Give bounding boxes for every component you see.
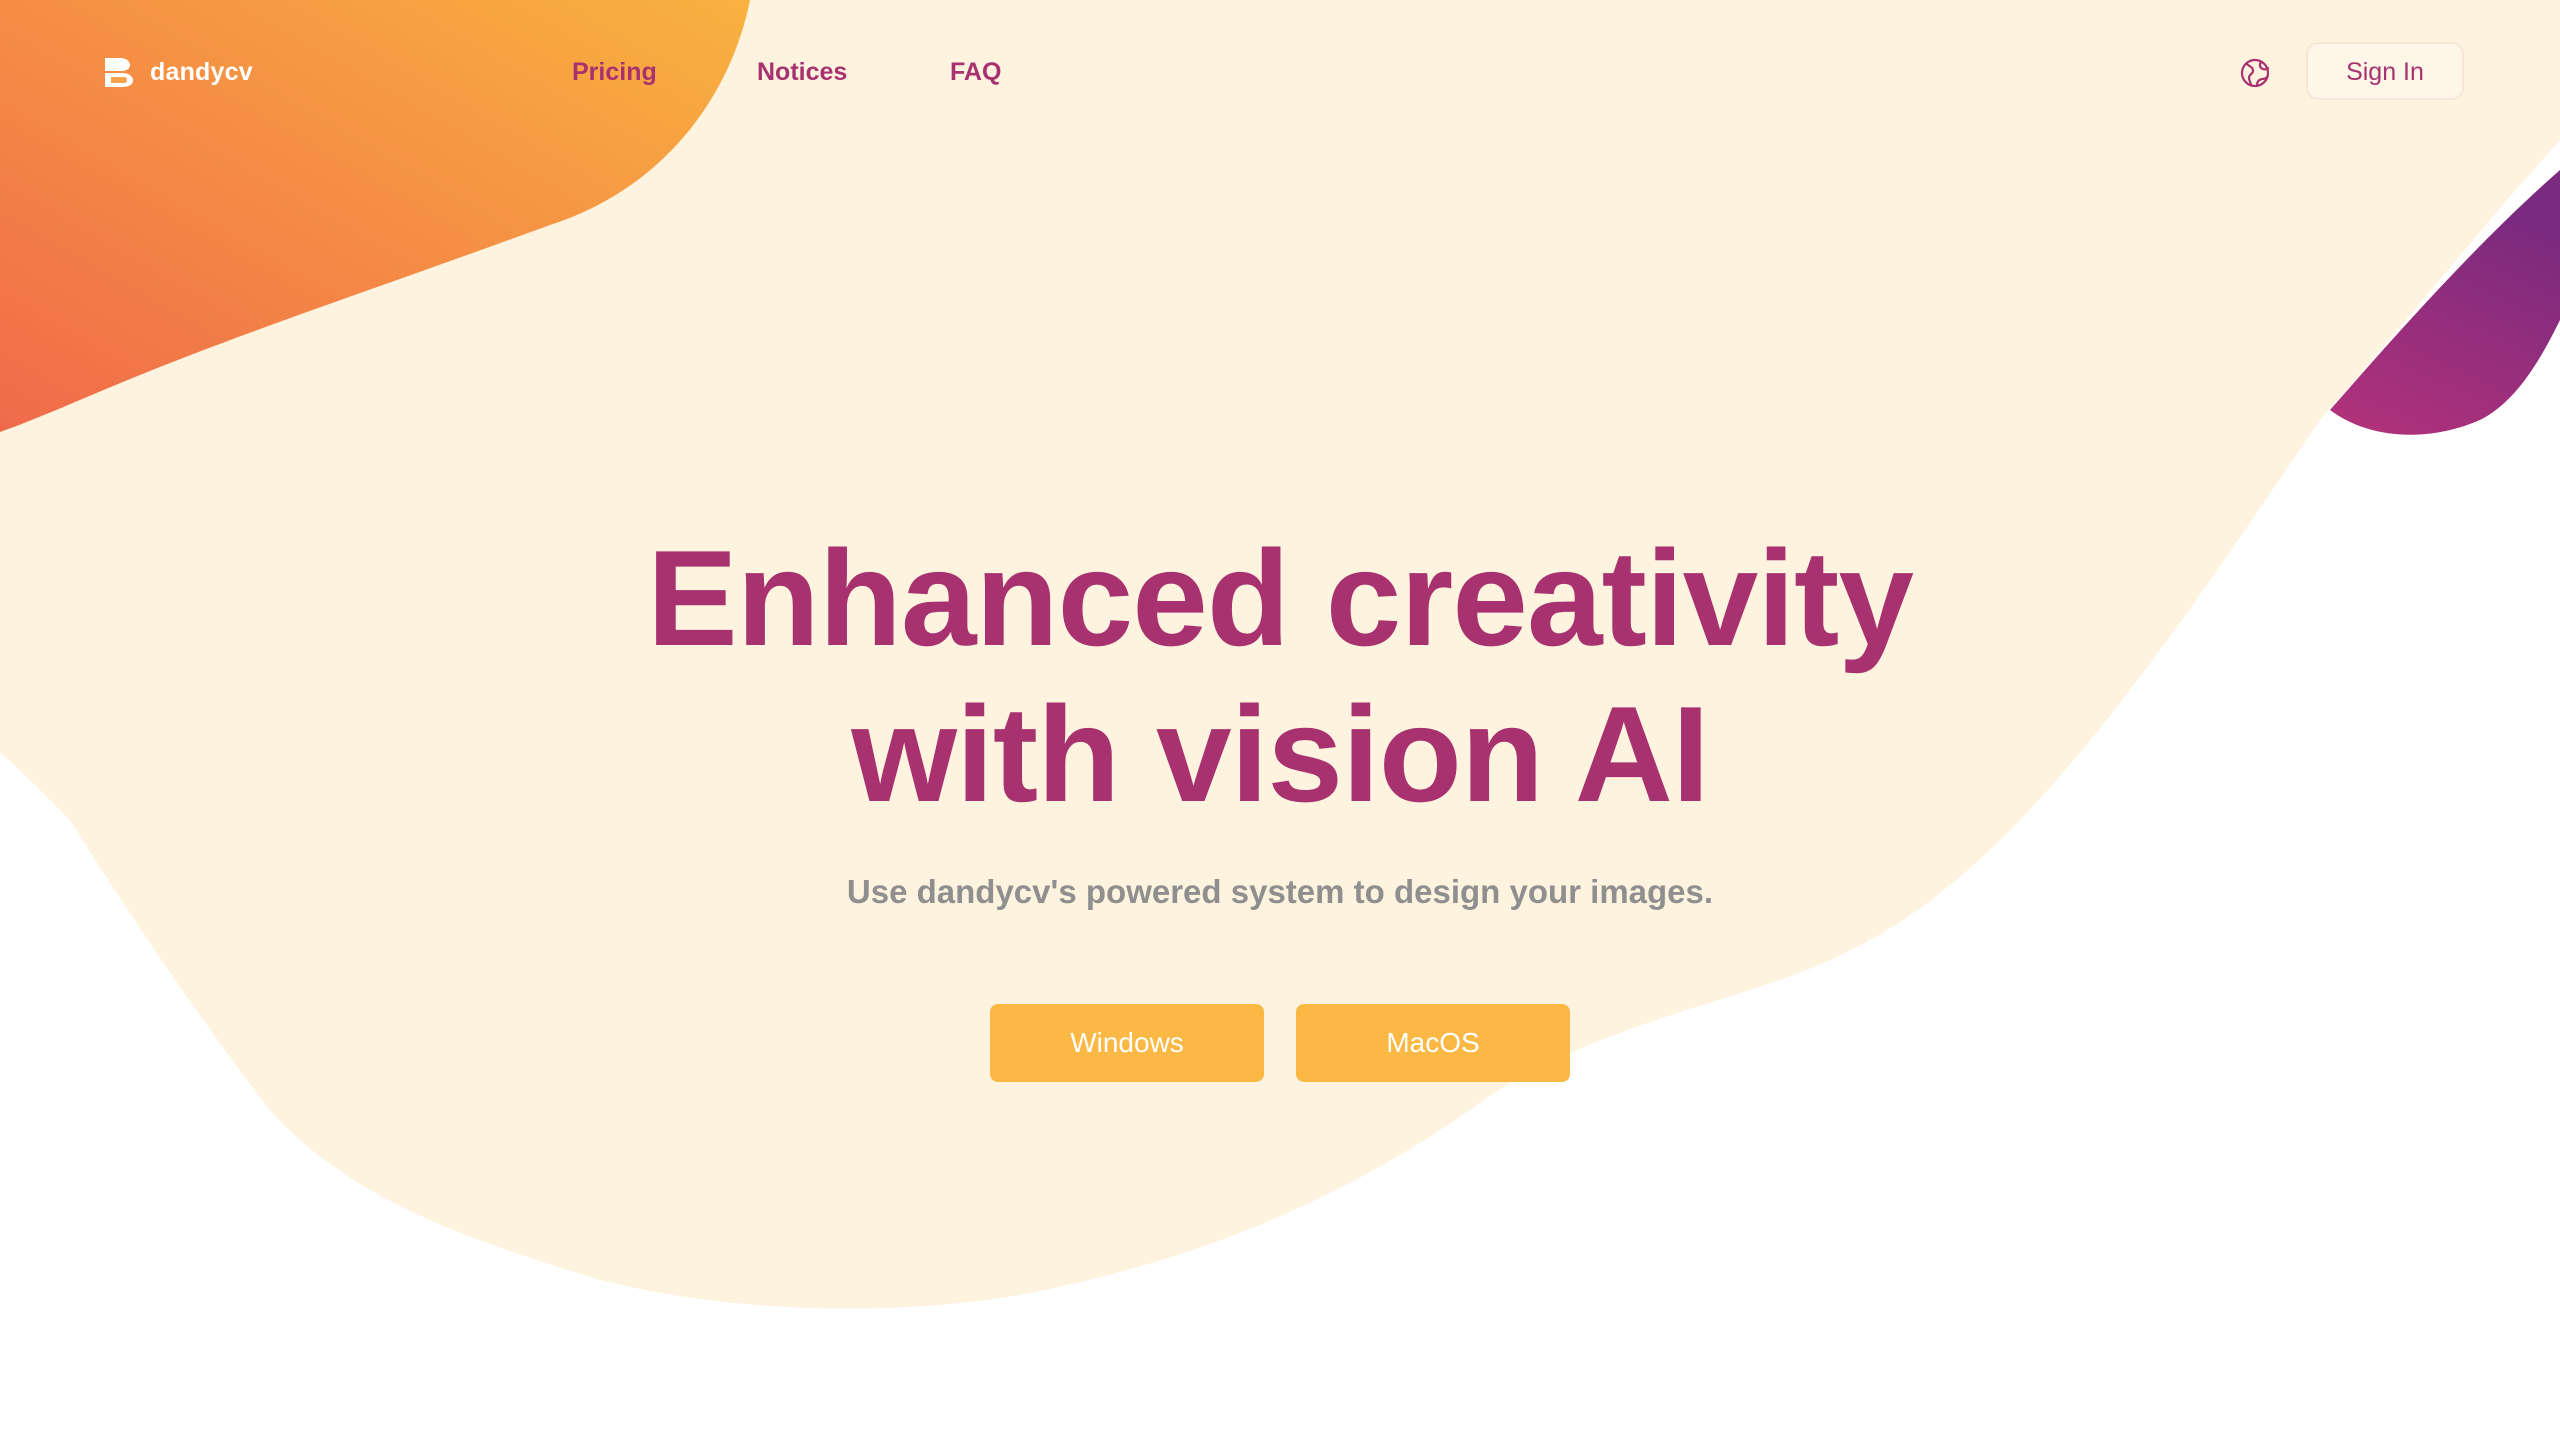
macos-download-button[interactable]: MacOS <box>1296 1004 1570 1082</box>
windows-download-button[interactable]: Windows <box>990 1004 1264 1082</box>
hero-title-line-1: Enhanced creativity <box>647 522 1914 674</box>
brand-logo[interactable]: dandycv <box>102 54 253 90</box>
nav-pricing-link[interactable]: Pricing <box>572 54 657 90</box>
hero-subtitle: Use dandycv's powered system to design y… <box>846 873 1714 910</box>
language-button[interactable] <box>2238 56 2272 90</box>
download-buttons: Windows MacOS <box>0 1004 2560 1082</box>
brand-name: dandycv <box>150 57 253 86</box>
globe-icon <box>2240 58 2270 88</box>
sign-in-button[interactable]: Sign In <box>2306 42 2464 100</box>
dandycv-logo-icon <box>105 58 133 87</box>
nav-notices-link[interactable]: Notices <box>757 54 847 90</box>
hero-title: Enhanced creativity with vision AI <box>0 520 2560 832</box>
hero-section: Enhanced creativity with vision AI Use d… <box>0 520 2560 1082</box>
top-navbar: dandycv Pricing Notices FAQ Sign In <box>0 0 2560 144</box>
hero-title-line-2: with vision AI <box>851 678 1709 830</box>
nav-faq-link[interactable]: FAQ <box>950 54 1001 90</box>
